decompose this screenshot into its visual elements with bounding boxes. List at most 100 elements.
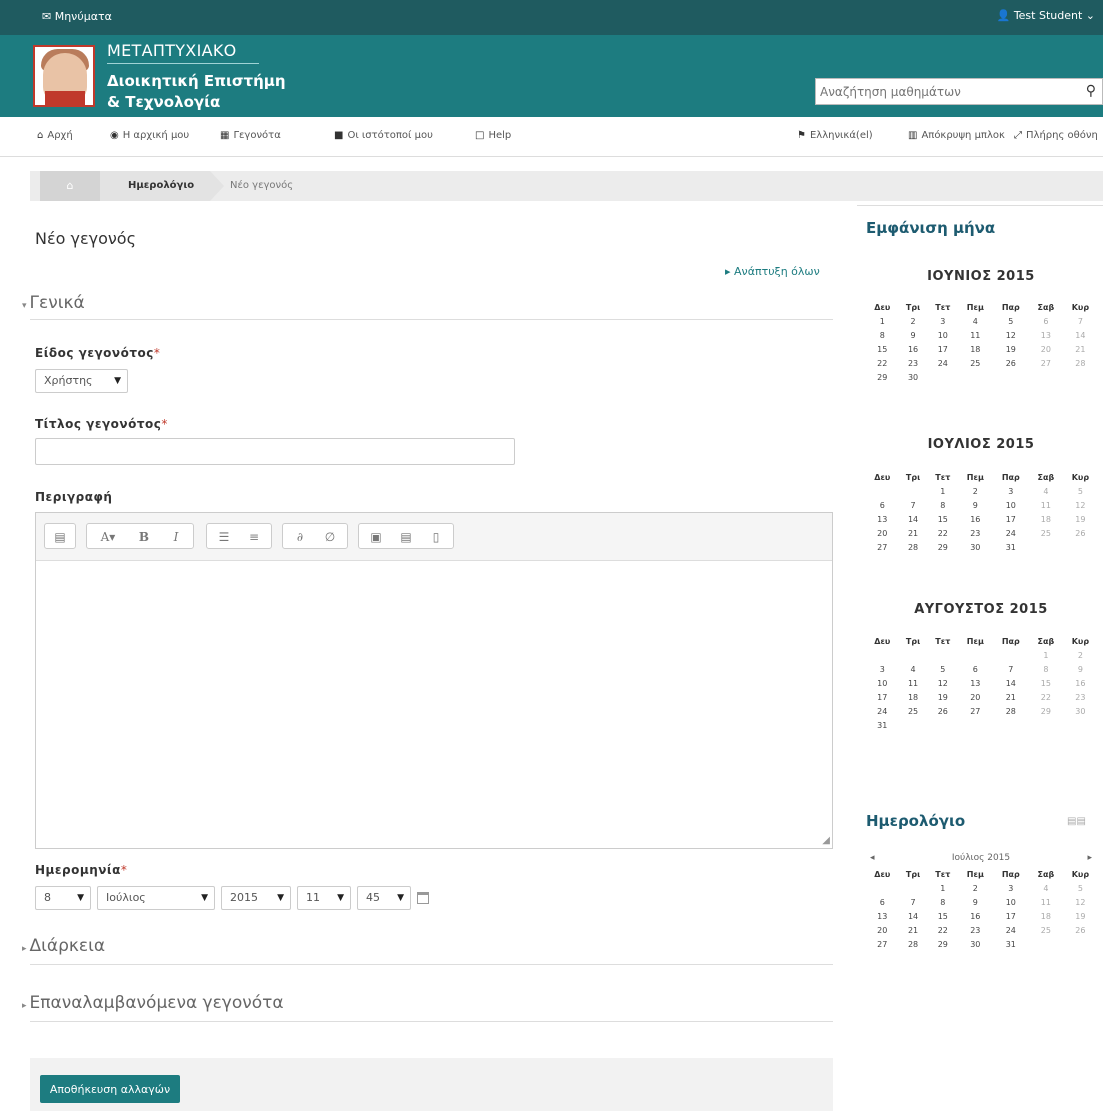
nav-dashboard[interactable]: ◉ Η αρχική μου [110, 130, 189, 141]
calendar-day[interactable]: 20 [958, 690, 993, 704]
calendar-day[interactable]: 26 [1063, 923, 1098, 937]
calendar-day[interactable]: 29 [1029, 704, 1063, 718]
calendar-day[interactable]: 4 [1029, 881, 1063, 895]
manage-files-icon[interactable]: ▯ [427, 528, 445, 546]
calendar-day[interactable]: 12 [928, 676, 958, 690]
breadcrumb-home[interactable]: ⌂ [40, 171, 114, 201]
image-icon[interactable]: ▣ [367, 528, 385, 546]
nav-help[interactable]: □ Help [475, 130, 511, 141]
calendar-day[interactable]: 3 [993, 881, 1029, 895]
calendar-day[interactable]: 23 [1063, 690, 1098, 704]
nav-hide-blocks[interactable]: ▥ Απόκρυψη μπλοκ [908, 130, 1005, 141]
calendar-day[interactable]: 11 [958, 328, 993, 342]
unlink-icon[interactable]: ∅ [321, 528, 339, 546]
calendar-day[interactable]: 18 [958, 342, 993, 356]
calendar-day[interactable]: 11 [899, 676, 928, 690]
calendar-day[interactable]: 6 [866, 895, 899, 909]
media-icon[interactable]: ▤ [397, 528, 415, 546]
section-repeat-header[interactable]: ▸ Επαναλαμβανόμενα γεγονότα [22, 993, 284, 1013]
calendar-day[interactable]: 15 [866, 342, 899, 356]
calendar-day[interactable]: 18 [1029, 512, 1063, 526]
resize-handle-icon[interactable]: ◢ [822, 835, 830, 846]
calendar-day[interactable]: 12 [1063, 895, 1098, 909]
messages-link[interactable]: ✉ Μηνύματα [42, 10, 112, 23]
calendar-day[interactable]: 8 [1029, 662, 1063, 676]
calendar-day[interactable]: 25 [1029, 923, 1063, 937]
collapse-icon[interactable]: ▤ [51, 528, 69, 546]
calendar-day[interactable]: 13 [866, 909, 899, 923]
date-minute-select[interactable]: 45 ▼ [357, 886, 411, 910]
calendar-day[interactable]: 5 [1063, 484, 1098, 498]
calendar-day[interactable]: 3 [993, 484, 1029, 498]
university-logo[interactable] [33, 45, 95, 107]
calendar-day[interactable]: 2 [899, 314, 928, 328]
calendar-day[interactable]: 25 [899, 704, 928, 718]
calendar-day[interactable]: 11 [1029, 895, 1063, 909]
calendar-picker-icon[interactable] [417, 892, 429, 904]
calendar-day[interactable]: 2 [958, 881, 993, 895]
calendar-day[interactable]: 21 [1063, 342, 1098, 356]
calendar-day[interactable]: 31 [993, 540, 1029, 554]
calendar-day[interactable]: 29 [866, 370, 899, 384]
calendar-day[interactable]: 5 [993, 314, 1029, 328]
calendar-day[interactable]: 14 [1063, 328, 1098, 342]
calendar-day[interactable]: 5 [928, 662, 958, 676]
date-hour-select[interactable]: 11 ▼ [297, 886, 351, 910]
calendar-day[interactable]: 22 [928, 923, 958, 937]
calendar-day[interactable]: 23 [958, 526, 993, 540]
calendar-day[interactable]: 1 [866, 314, 899, 328]
calendar-day[interactable]: 14 [993, 676, 1029, 690]
calendar-day[interactable]: 10 [993, 498, 1029, 512]
calendar-day[interactable]: 6 [1029, 314, 1063, 328]
calendar-day[interactable]: 20 [866, 526, 899, 540]
calendar-day[interactable]: 25 [958, 356, 993, 370]
calendar-day[interactable]: 8 [928, 498, 958, 512]
calendar-day[interactable]: 18 [899, 690, 928, 704]
calendar-day[interactable]: 4 [958, 314, 993, 328]
calendar-day[interactable]: 10 [993, 895, 1029, 909]
calendar-day[interactable]: 9 [958, 895, 993, 909]
calendar-day[interactable]: 24 [993, 923, 1029, 937]
calendar-day[interactable]: 18 [1029, 909, 1063, 923]
calendar-day[interactable]: 30 [958, 937, 993, 951]
calendar-day[interactable]: 16 [958, 909, 993, 923]
search-icon[interactable]: ⚲ [1086, 83, 1096, 99]
calendar-day[interactable]: 21 [993, 690, 1029, 704]
nav-events[interactable]: ▦ Γεγονότα [220, 130, 281, 141]
bold-icon[interactable]: B [135, 528, 153, 546]
calendar-day[interactable]: 19 [928, 690, 958, 704]
calendar-day[interactable]: 3 [866, 662, 899, 676]
calendar-day[interactable]: 6 [866, 498, 899, 512]
calendar-day[interactable]: 29 [928, 937, 958, 951]
calendar-day[interactable]: 22 [1029, 690, 1063, 704]
calendar-day[interactable]: 2 [1063, 648, 1098, 662]
calendar-day[interactable]: 17 [866, 690, 899, 704]
calendar-day[interactable]: 30 [899, 370, 928, 384]
calendar-day[interactable]: 26 [1063, 526, 1098, 540]
calendar-day[interactable]: 21 [899, 526, 928, 540]
calendar-day[interactable]: 17 [993, 512, 1029, 526]
calendar-day[interactable]: 19 [1063, 909, 1098, 923]
calendar-day[interactable]: 7 [1063, 314, 1098, 328]
calendar-day[interactable]: 9 [1063, 662, 1098, 676]
section-duration-header[interactable]: ▸ Διάρκεια [22, 936, 105, 956]
calendar-day[interactable]: 22 [866, 356, 899, 370]
calendar-day[interactable]: 1 [928, 484, 958, 498]
next-month-icon[interactable]: ▸ [1087, 853, 1092, 863]
calendar-day[interactable]: 20 [1029, 342, 1063, 356]
nav-fullscreen[interactable]: ⤢ Πλήρης οθόνη [1014, 130, 1098, 141]
calendar-day[interactable]: 3 [928, 314, 958, 328]
nav-my-sites[interactable]: ■ Οι ιστότοποί μου [334, 130, 433, 141]
date-year-select[interactable]: 2015 ▼ [221, 886, 291, 910]
nav-home[interactable]: ⌂ Αρχή [37, 130, 73, 141]
calendar-day[interactable]: 2 [958, 484, 993, 498]
date-day-select[interactable]: 8 ▼ [35, 886, 91, 910]
paragraph-style-icon[interactable]: A▾ [93, 528, 123, 546]
calendar-day[interactable]: 30 [1063, 704, 1098, 718]
calendar-day[interactable]: 15 [1029, 676, 1063, 690]
calendar-day[interactable]: 10 [866, 676, 899, 690]
calendar-day[interactable]: 17 [993, 909, 1029, 923]
calendar-day[interactable]: 13 [958, 676, 993, 690]
expand-all-link[interactable]: ▸ Ανάπτυξη όλων [725, 265, 820, 278]
calendar-day[interactable]: 13 [1029, 328, 1063, 342]
